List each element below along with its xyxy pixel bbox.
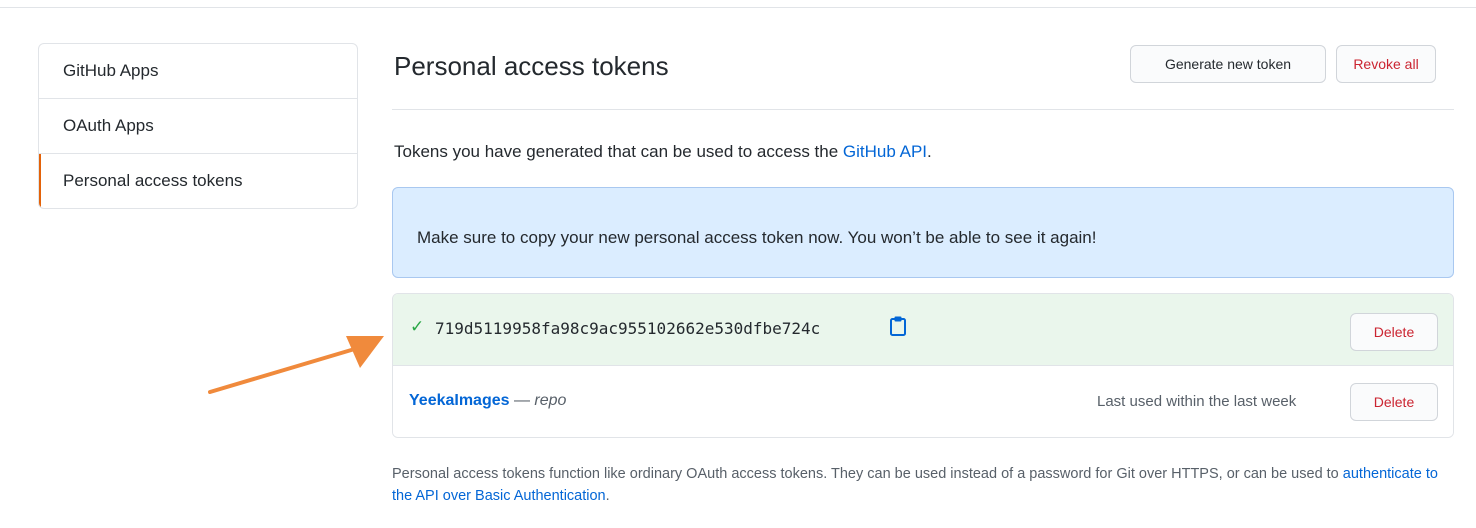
sidebar-item-github-apps[interactable]: GitHub Apps <box>39 44 357 99</box>
token-name-link[interactable]: YeekaImages <box>409 392 510 409</box>
new-token-row: ✓ 719d5119958fa98c9ac955102662e530dfbe72… <box>393 294 1453 366</box>
flash-message: Make sure to copy your new personal acce… <box>417 228 1097 247</box>
footer-note-body: Personal access tokens function like ord… <box>392 466 1343 482</box>
sidebar-item-oauth-apps[interactable]: OAuth Apps <box>39 99 357 154</box>
page-title: Personal access tokens <box>394 51 669 81</box>
check-icon: ✓ <box>410 317 425 336</box>
footer-note: Personal access tokens function like ord… <box>392 463 1452 507</box>
flash-notice: Make sure to copy your new personal acce… <box>392 187 1454 278</box>
github-api-link[interactable]: GitHub API <box>843 142 927 161</box>
delete-token-button[interactable]: Delete <box>1350 383 1438 421</box>
token-list: ✓ 719d5119958fa98c9ac955102662e530dfbe72… <box>392 293 1454 438</box>
token-description: YeekaImages — repo <box>409 392 566 410</box>
token-value[interactable]: 719d5119958fa98c9ac955102662e530dfbe724c <box>435 319 820 338</box>
revoke-all-button[interactable]: Revoke all <box>1336 45 1436 83</box>
sidebar-item-label: OAuth Apps <box>63 116 154 135</box>
sidebar-item-label: Personal access tokens <box>63 171 243 190</box>
token-separator: — <box>509 392 535 409</box>
delete-new-token-button[interactable]: Delete <box>1350 313 1438 351</box>
page-header: Personal access tokens Generate new toke… <box>392 43 1454 110</box>
intro-text-suffix: . <box>927 142 932 161</box>
annotation-arrow-icon <box>208 336 384 394</box>
intro-text-body: Tokens you have generated that can be us… <box>394 142 843 161</box>
footer-note-suffix: . <box>605 488 610 504</box>
clipboard-icon[interactable] <box>889 316 907 336</box>
settings-sidebar: GitHub Apps OAuth Apps Personal access t… <box>38 43 358 209</box>
top-divider <box>0 7 1476 8</box>
sidebar-item-label: GitHub Apps <box>63 61 159 80</box>
token-last-used: Last used within the last week <box>1097 393 1297 410</box>
sidebar-item-personal-access-tokens[interactable]: Personal access tokens <box>39 154 357 208</box>
intro-text: Tokens you have generated that can be us… <box>394 142 932 162</box>
generate-new-token-button[interactable]: Generate new token <box>1130 45 1326 83</box>
token-scope: repo <box>534 392 567 409</box>
token-row: YeekaImages — repo Last used within the … <box>393 366 1453 437</box>
